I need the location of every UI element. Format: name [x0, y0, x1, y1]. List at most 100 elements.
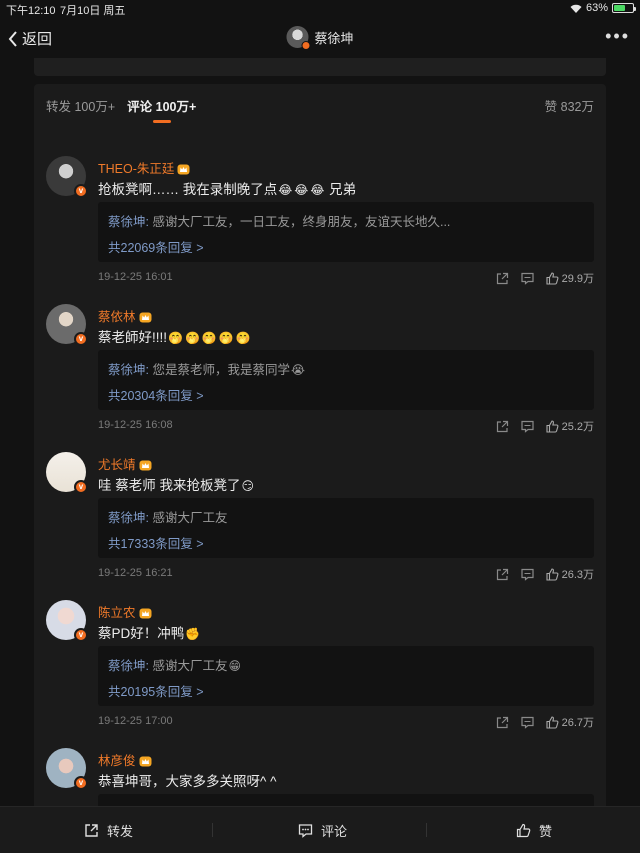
reply-username[interactable]: 蔡徐坤:	[108, 215, 149, 229]
username-row: 林彦俊	[98, 750, 152, 769]
like-button[interactable]: 26.3万	[546, 566, 594, 582]
comment-actions: 26.3万	[496, 566, 594, 582]
comment-text: 蔡PD好！冲鸭✊	[98, 622, 201, 642]
username-row: 蔡依林	[98, 306, 152, 325]
reply-username[interactable]: 蔡徐坤:	[108, 363, 149, 377]
crown-badge-icon	[177, 162, 190, 175]
nav-user[interactable]: 蔡徐坤	[286, 26, 354, 50]
comment-actions: 29.9万	[496, 270, 594, 286]
avatar[interactable]: v	[46, 600, 88, 642]
comment-actions: 25.2万	[496, 418, 594, 434]
reply-count-link[interactable]: 共22069条回复 >	[108, 237, 204, 256]
share-icon	[85, 824, 98, 837]
share-icon[interactable]	[496, 716, 509, 729]
comment-text: 抢板凳啊…… 我在录制晚了点😂 😂 😂 兄弟	[98, 178, 356, 198]
battery-percent: 63%	[585, 2, 608, 14]
comment-label: 评论	[321, 824, 348, 839]
status-right: 63%	[570, 2, 636, 14]
comment-text: 蔡老師好!!!!🤭 🤭 🤭 🤭 🤭	[98, 326, 252, 346]
reply-username[interactable]: 蔡徐坤:	[108, 511, 149, 525]
reply-line: 蔡徐坤: 您是蔡老师，我是蔡同学😭	[108, 359, 306, 378]
avatar[interactable]: v	[46, 156, 88, 198]
more-icon[interactable]: •••	[605, 26, 630, 47]
username[interactable]: THEO-朱正廷	[98, 158, 174, 177]
like-icon	[546, 271, 559, 285]
verified-badge-icon: v	[74, 776, 88, 790]
username-row: 尤长靖	[98, 454, 152, 473]
back-button[interactable]: 返回	[8, 28, 52, 49]
reply-box[interactable]: 蔡徐坤: 感谢大厂工友，一日工友，终身朋友，友谊天长地久... 共22069条回…	[98, 202, 594, 262]
verified-badge-icon	[301, 41, 311, 50]
status-bar: 下午12:10 7月10日 周五 63%	[0, 0, 640, 18]
reply-username[interactable]: 蔡徐坤:	[108, 659, 149, 673]
comment-button[interactable]: 评论	[298, 821, 347, 840]
reply-box[interactable]: 蔡徐坤: 您是蔡老师，我是蔡同学😭 共20304条回复 >	[98, 350, 594, 410]
reply-box[interactable]: 蔡徐坤: 感谢大厂工友😆	[98, 794, 594, 806]
crown-badge-icon	[139, 310, 152, 323]
emoji-icon: 😭	[290, 363, 306, 377]
like-button[interactable]: 26.7万	[546, 714, 594, 730]
reply-count-link[interactable]: 共20304条回复 >	[108, 385, 204, 404]
reply-line: 蔡徐坤: 感谢大厂工友	[108, 507, 227, 526]
comment-text: 恭喜坤哥，大家多多关照呀^ ^	[98, 770, 276, 790]
like-button[interactable]: 29.9万	[546, 270, 594, 286]
username[interactable]: 尤长靖	[98, 454, 136, 473]
repost-button[interactable]: 转发	[84, 821, 133, 840]
reply-count-link[interactable]: 共17333条回复 >	[108, 533, 204, 552]
verified-badge-icon: v	[74, 332, 88, 346]
comment-icon[interactable]	[520, 568, 534, 581]
like-button[interactable]: 赞	[516, 821, 552, 840]
likes-total[interactable]: 赞 832万	[545, 96, 594, 115]
content-area[interactable]: 转发 100万+ 评论 100万+ 赞 832万 v THEO-朱正廷 抢板凳啊…	[0, 58, 640, 806]
comment-icon[interactable]	[520, 716, 534, 729]
like-count: 29.9万	[561, 273, 594, 285]
comment-meta: 19-12-25 16:01 29.9万	[98, 270, 594, 286]
avatar[interactable]: v	[46, 452, 88, 494]
emoji-icon: 😏	[241, 479, 255, 493]
comment-meta: 19-12-25 16:21 26.3万	[98, 566, 594, 582]
comment-text: 哇 蔡老师 我来抢板凳了😏	[98, 474, 255, 494]
username[interactable]: 蔡依林	[98, 306, 136, 325]
reply-count-link[interactable]: 共20195条回复 >	[108, 681, 204, 700]
share-icon[interactable]	[496, 272, 509, 285]
comment-actions: 26.7万	[496, 714, 594, 730]
comment-meta: 19-12-25 17:00 26.7万	[98, 714, 594, 730]
comment-body: 蔡PD好！冲鸭	[98, 626, 185, 641]
comment-body: 哇 蔡老师 我来抢板凳了	[98, 478, 241, 493]
comment-suffix: 兄弟	[329, 182, 357, 197]
avatar[interactable]: v	[46, 304, 88, 346]
divider	[212, 823, 213, 837]
username[interactable]: 林彦俊	[98, 750, 136, 769]
comment-date: 19-12-25 16:01	[98, 271, 173, 283]
tab-repost[interactable]: 转发 100万+	[46, 96, 115, 115]
emoji-icon: 🤭	[235, 331, 251, 345]
avatar[interactable]: v	[46, 748, 88, 790]
tab-bar: 转发 100万+ 评论 100万+	[46, 96, 196, 123]
reply-text: 感谢大厂工友，一日工友，终身朋友，友谊天长地久...	[152, 215, 451, 229]
reply-text: 感谢大厂工友	[152, 511, 228, 525]
nav-bar: 返回 蔡徐坤 •••	[0, 18, 640, 58]
like-icon	[516, 823, 531, 838]
username[interactable]: 陈立农	[98, 602, 136, 621]
share-icon[interactable]	[496, 420, 509, 433]
share-icon[interactable]	[496, 568, 509, 581]
like-icon	[546, 715, 559, 729]
like-icon	[546, 567, 559, 581]
reply-box[interactable]: 蔡徐坤: 感谢大厂工友 共17333条回复 >	[98, 498, 594, 558]
emoji-icon: 🤭	[201, 331, 217, 345]
divider	[426, 823, 427, 837]
page-title: 蔡徐坤	[314, 30, 354, 46]
crown-badge-icon	[139, 754, 152, 767]
tab-comments[interactable]: 评论 100万+	[127, 96, 196, 123]
comment-body: 抢板凳啊…… 我在录制晚了点	[98, 182, 278, 197]
comment-icon[interactable]	[520, 420, 534, 433]
reply-box[interactable]: 蔡徐坤: 感谢大厂工友😁 共20195条回复 >	[98, 646, 594, 706]
verified-badge-icon: v	[74, 480, 88, 494]
reply-text: 感谢大厂工友	[152, 659, 228, 673]
tab-underline	[152, 120, 171, 123]
reply-line: 蔡徐坤: 感谢大厂工友😁	[108, 655, 242, 674]
verified-badge-icon: v	[74, 184, 88, 198]
comment-icon[interactable]	[520, 272, 534, 285]
like-button[interactable]: 25.2万	[546, 418, 594, 434]
comment-body: 蔡老師好!!!!	[98, 330, 168, 345]
